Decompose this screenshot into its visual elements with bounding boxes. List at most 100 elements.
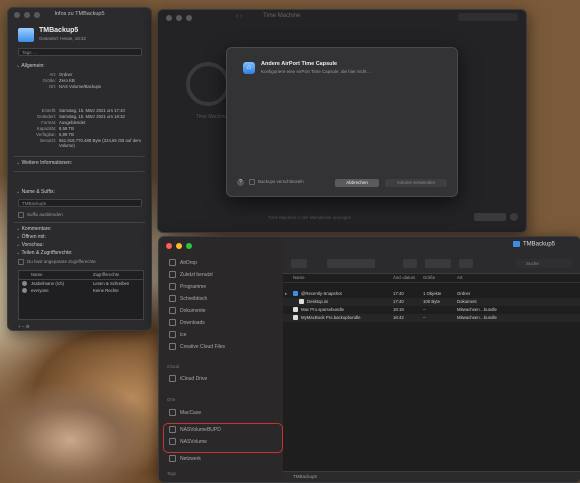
group-button[interactable] (403, 259, 417, 268)
name-field[interactable]: TMBackup5 (18, 199, 142, 207)
file-row[interactable]: Desktop.ini 17:40 100 Byte Dokument (283, 298, 580, 306)
permission-row[interactable]: Jsabelmann (Ich) Lesen & Schreiben (19, 280, 143, 287)
kv-row: Verfügbar: 6,89 TB (36, 132, 74, 137)
help-button[interactable]: ? (237, 179, 244, 186)
sidebar-item-maccase[interactable]: MacCase (169, 409, 201, 416)
sidebar-item-downloads[interactable]: Downloads (169, 319, 205, 326)
file-row[interactable]: Mac Pro.sparsebundle 18:18 -- Mitwachsen…b… (283, 306, 580, 314)
divider (14, 222, 145, 223)
action-button[interactable] (459, 259, 473, 268)
download-icon (169, 319, 176, 326)
section-sharing[interactable]: Teilen & Zugriffsrechte: (16, 250, 73, 256)
view-mode-buttons[interactable] (327, 259, 375, 268)
share-tag-buttons[interactable] (425, 259, 451, 268)
sidebar-item-network[interactable]: Netzwerk (169, 455, 201, 462)
finder-toolbar: TMBackup5 Suche (283, 237, 580, 274)
section-name-ext[interactable]: Name & Suffix: (16, 189, 55, 195)
finder-sidebar: AirDrop Zuletzt benutzt Programme Schrei… (159, 237, 284, 482)
sidebar-item-documents[interactable]: Dokumente (169, 307, 206, 314)
hide-extension-checkbox[interactable]: Suffix ausblenden (18, 212, 63, 218)
time-machine-label: Time Machine (196, 114, 228, 120)
kv-row: Ort: NAS Volume/Backups (48, 84, 102, 89)
laptop-icon (169, 409, 176, 416)
sidebar-item-recent[interactable]: Zuletzt benutzt (169, 271, 213, 278)
sidebar-heading-icloud: iCloud (167, 364, 180, 369)
done-button[interactable] (474, 213, 506, 221)
close-button[interactable] (166, 243, 172, 249)
permission-row[interactable]: everyone Keine Rechte (19, 287, 143, 294)
section-preview[interactable]: Vorschau: (16, 242, 44, 248)
col-kind[interactable]: Art (457, 274, 580, 282)
cloud-icon (169, 375, 176, 382)
minimize-button[interactable] (176, 15, 182, 21)
rights-popup[interactable]: Keine Rechte (93, 287, 143, 294)
sidebar-item-applications[interactable]: Programme (169, 283, 206, 290)
window-title: Time Machine (263, 13, 301, 19)
divider (14, 156, 145, 157)
window-title: TMBackup5 (513, 241, 555, 248)
sharing-note: Du hast angepasste Zugriffsrechte (18, 259, 96, 265)
col-rights: Zugriffsrechte (93, 272, 120, 277)
globe-icon (169, 455, 176, 462)
window-controls (166, 243, 192, 249)
sidebar-heading-tags: Tags (167, 471, 177, 476)
zoom-button[interactable] (186, 243, 192, 249)
window-title: Infos zu TMBackup5 (54, 11, 105, 17)
finder-window: AirDrop Zuletzt benutzt Programme Schrei… (158, 236, 580, 483)
annotation-highlight (163, 423, 283, 453)
section-more-info[interactable]: Weitere Informationen: (16, 160, 73, 166)
permissions-table: Name Zugriffsrechte Jsabelmann (Ich) Les… (18, 270, 144, 320)
time-capsule-icon: ⌂ (243, 62, 255, 74)
kv-row: Format: Ausgeblendet (41, 120, 86, 125)
col-name[interactable]: Name (283, 274, 393, 282)
document-icon (169, 307, 176, 314)
file-row[interactable]: ▸ @Recently-Snapshot 17:40 1 Objekte Ordner (283, 290, 580, 298)
permissions-buttons[interactable]: + − ⚙ (18, 324, 30, 330)
search-field[interactable] (458, 13, 518, 21)
help-button[interactable] (510, 213, 518, 221)
item-name: TMBackup5 (39, 27, 79, 34)
folder-icon (293, 291, 298, 297)
column-headers: Name Änd.-datum Größe Art (283, 274, 580, 283)
sidebar-item-airdrop[interactable]: AirDrop (169, 259, 197, 266)
search-input[interactable]: Suche (516, 259, 572, 268)
kv-row: Art: Ordner (49, 72, 73, 77)
tags-field[interactable]: Tags … (18, 48, 142, 56)
file-row[interactable]: MyMacBook Pro.backupbundle 18:42 -- Mitwac… (283, 314, 580, 322)
nav-arrows[interactable]: ‹ › (236, 13, 243, 20)
use-disk-button[interactable]: Volume verwenden (385, 179, 447, 187)
permissions-header: Name Zugriffsrechte (19, 271, 143, 280)
sidebar-item-ice[interactable]: ice (169, 331, 186, 338)
zoom-button[interactable] (186, 15, 192, 21)
applications-icon (169, 283, 176, 290)
sidebar-item-creative-cloud[interactable]: Creative Cloud Files (169, 343, 225, 350)
sidebar-item-desktop[interactable]: Schreibtisch (169, 295, 207, 302)
kv-row: Größe: Zero KB (42, 78, 75, 83)
sidebar-item-icloud-drive[interactable]: iCloud Drive (169, 375, 207, 382)
minimize-button[interactable] (176, 243, 182, 249)
menubar-checkbox[interactable]: Time Machine in der Menüleiste anzeigen (268, 215, 351, 220)
rights-popup[interactable]: Lesen & Schreiben (93, 280, 143, 287)
document-icon (299, 299, 304, 305)
desktop-icon (169, 295, 176, 302)
encrypt-backups-checkbox[interactable]: Backups verschlüsseln (249, 179, 304, 185)
close-button[interactable] (166, 15, 172, 21)
col-date[interactable]: Änd.-datum (393, 274, 423, 282)
col-size[interactable]: Größe (423, 274, 457, 282)
path-bar: TMBackup5 (283, 471, 580, 482)
clock-icon (169, 271, 176, 278)
section-comments[interactable]: Kommentare: (16, 226, 52, 232)
section-general[interactable]: Allgemein: (16, 63, 44, 69)
sheet-option-title[interactable]: Andere AirPort Time Capsule (261, 61, 337, 67)
section-open-with[interactable]: Öffnen mit: (16, 234, 46, 240)
back-forward-buttons[interactable] (291, 259, 307, 268)
folder-icon (169, 343, 176, 350)
finder-content: TMBackup5 Suche Name Änd.-datum Größe Ar… (283, 237, 580, 482)
info-window: Infos zu TMBackup5 TMBackup5 Geändert: H… (7, 7, 152, 331)
window-controls (166, 15, 192, 21)
sheet-option-subtitle: Konfiguriere eine AirPort Time Capsule, … (261, 69, 372, 74)
cancel-button[interactable]: Abbrechen (335, 179, 379, 187)
disclosure-triangle[interactable]: ▸ (285, 290, 287, 298)
folder-icon (169, 331, 176, 338)
folder-icon (18, 28, 34, 42)
